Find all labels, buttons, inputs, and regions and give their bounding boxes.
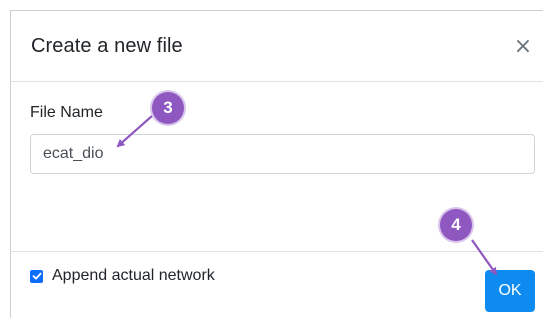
file-name-label: File Name <box>30 104 103 121</box>
screen: Create a new file × File Name Append act… <box>0 0 543 318</box>
dialog-header: Create a new file × <box>11 11 543 82</box>
dialog-footer: OK <box>11 251 543 318</box>
ok-button[interactable]: OK <box>485 270 535 312</box>
step-badge-4: 4 <box>440 209 472 241</box>
step-badge-3: 3 <box>152 92 184 124</box>
file-name-input[interactable] <box>30 134 535 174</box>
dialog-title: Create a new file <box>31 35 183 57</box>
close-button[interactable]: × <box>513 34 533 60</box>
close-icon: × <box>513 34 533 59</box>
create-file-dialog: Create a new file × File Name Append act… <box>10 10 543 318</box>
